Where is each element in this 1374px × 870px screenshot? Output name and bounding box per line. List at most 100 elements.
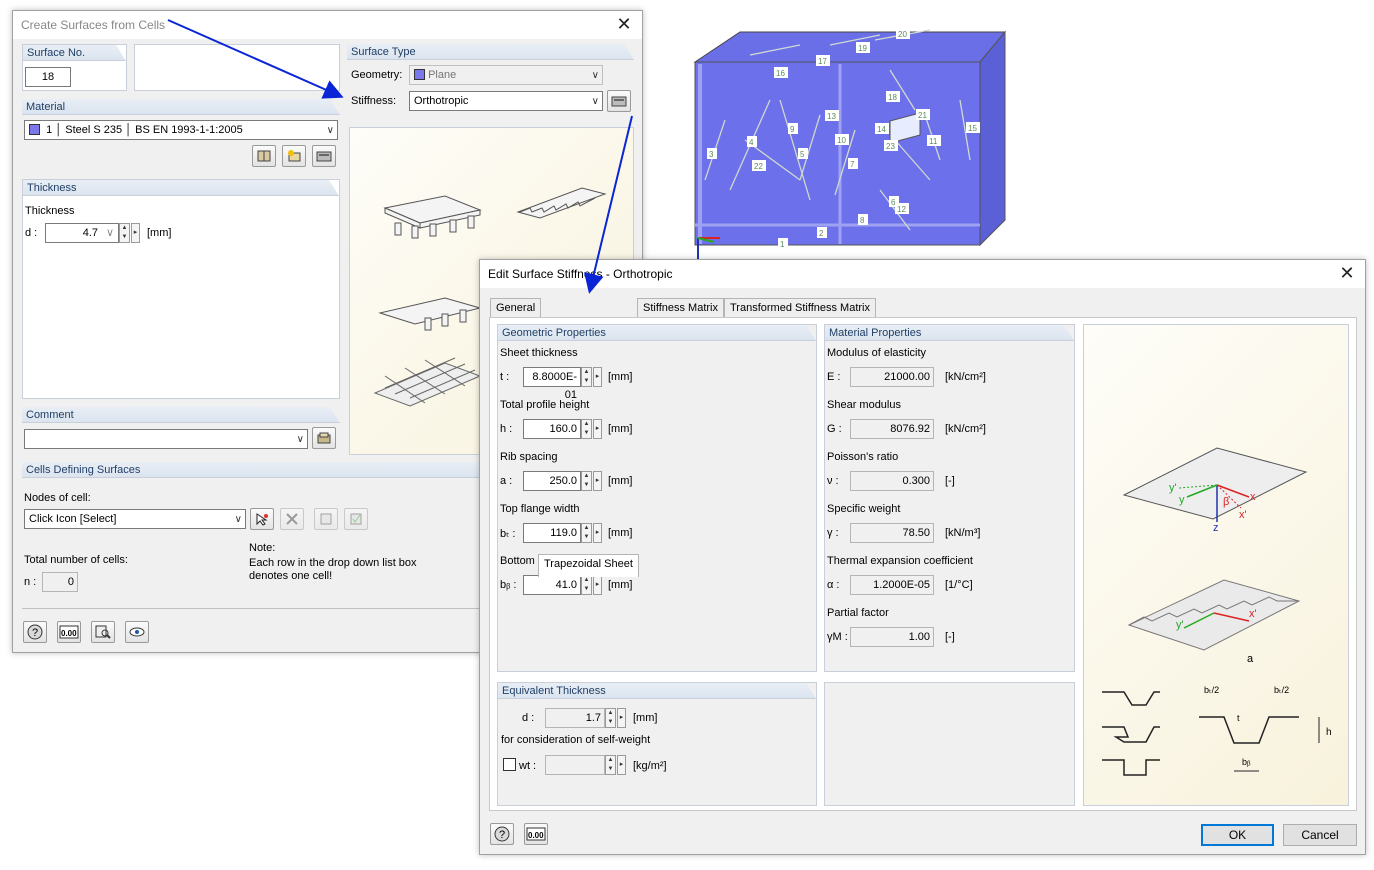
surface-no-field[interactable]: 18: [25, 67, 71, 87]
select-nodes-button[interactable]: [250, 508, 274, 530]
material-select[interactable]: 1 │ Steel S 235 │ BS EN 1993-1-1:2005 ∨: [24, 120, 338, 140]
thickness-spinner[interactable]: ▲ ▼: [119, 223, 130, 243]
geometric-arrow-2[interactable]: ▸: [593, 471, 602, 491]
material-label-3: Specific weight: [827, 503, 901, 515]
edit-stiffness-button[interactable]: [607, 90, 631, 112]
material-standard: BS EN 1993-1-1:2005: [135, 124, 243, 136]
delete-cell-button[interactable]: [280, 508, 304, 530]
material-name: Steel S 235: [65, 124, 123, 136]
equivalent-d-field: 1.7: [545, 708, 605, 728]
chevron-down-icon: ∨: [234, 514, 242, 525]
material-symbol-5: γM :: [827, 631, 848, 643]
wt-field: [545, 755, 605, 775]
new-icon: [288, 150, 301, 162]
tab-trapezoidal-sheet[interactable]: Trapezoidal Sheet: [538, 554, 639, 577]
thickness-symbol: d :: [25, 227, 38, 239]
close-button[interactable]: ✕: [1337, 264, 1357, 284]
cell-tool-button-1[interactable]: [314, 508, 338, 530]
tab-general[interactable]: General: [490, 298, 542, 318]
chevron-down-icon: ∨: [296, 434, 304, 445]
thickness-arrow-button[interactable]: ▸: [131, 223, 140, 243]
geometric-spinner-2[interactable]: ▲ ▼: [581, 471, 592, 491]
geometric-arrow-4[interactable]: ▸: [593, 575, 602, 595]
geometric-arrow-0[interactable]: ▸: [593, 367, 602, 387]
surface-type-group: Surface Type Geometry: Plane ∨ Stiffness:…: [347, 44, 634, 114]
new-material-button[interactable]: [282, 145, 306, 167]
note-line-1: Each row in the drop down list box: [249, 557, 417, 569]
help-button[interactable]: ?: [23, 621, 47, 643]
thickness-group: Thickness Thickness d : 4.7 ∨ ▲ ▼ ▸ [mm]: [22, 179, 340, 399]
geometric-field-4[interactable]: 41.0: [523, 575, 581, 595]
material-field-0: 21000.00: [850, 367, 934, 387]
surface-name-box: [134, 44, 340, 91]
svg-text:9: 9: [790, 125, 795, 134]
close-button[interactable]: ✕: [614, 15, 634, 35]
stiffness-dialog-title: Edit Surface Stiffness - Orthotropic: [480, 260, 1365, 288]
diagram-label-x-prime: x': [1239, 509, 1247, 521]
geometric-spinner-0[interactable]: ▲ ▼: [581, 367, 592, 387]
chevron-down-icon: ∨: [105, 227, 114, 239]
comment-header: Comment: [22, 407, 340, 423]
selfweight-checkbox[interactable]: [503, 758, 516, 771]
geometric-field-3[interactable]: 119.0: [523, 523, 581, 543]
geometric-spinner-1[interactable]: ▲ ▼: [581, 419, 592, 439]
units-button[interactable]: 0.00: [524, 823, 548, 845]
info-button[interactable]: [91, 621, 115, 643]
model-3d-view[interactable]: 20 19 17 16 18 13 9 10 14 21 15 3 4 22 5…: [640, 20, 1020, 260]
diagram-label-x: x: [1250, 491, 1256, 503]
comment-field[interactable]: ∨: [24, 429, 308, 449]
equivalent-d-arrow: ▸: [617, 708, 626, 728]
svg-text:16: 16: [776, 69, 785, 78]
geometric-field-0[interactable]: 8.8000E-01: [523, 367, 581, 401]
material-unit-3: [kN/m³]: [945, 527, 981, 539]
geometric-spinner-4[interactable]: ▲ ▼: [581, 575, 592, 595]
material-label-4: Thermal expansion coefficient: [827, 555, 973, 567]
svg-text:12: 12: [897, 205, 906, 214]
cell-tool-button-2[interactable]: [344, 508, 368, 530]
wt-spinner: ▲ ▼: [605, 755, 616, 775]
edit-material-button[interactable]: [312, 145, 336, 167]
thickness-field[interactable]: 4.7 ∨: [45, 223, 119, 243]
stiffness-value: Orthotropic: [414, 95, 469, 107]
units-button[interactable]: 0.00: [57, 621, 81, 643]
chevron-down-icon: ∨: [591, 96, 599, 107]
thickness-unit: [mm]: [147, 227, 172, 239]
d-unit: [mm]: [633, 712, 658, 724]
cancel-button[interactable]: Cancel: [1283, 824, 1357, 846]
d-symbol: d :: [522, 712, 535, 724]
geometry-select: Plane ∨: [409, 65, 603, 85]
n-symbol: n :: [24, 576, 37, 588]
thickness-label: Thickness: [25, 205, 75, 217]
help-button[interactable]: ?: [490, 823, 514, 845]
material-unit-2: [-]: [945, 475, 955, 487]
edit-icon: [316, 151, 332, 162]
trapezoidal-sheet-diagram: z x x' y y' β x' y' a bₜ/2 bₜ/2 t h bᵦ: [1083, 324, 1349, 806]
material-swatch: [29, 124, 40, 135]
nodes-select[interactable]: Click Icon [Select] ∨: [24, 509, 246, 529]
library-icon: [317, 432, 331, 444]
geometric-symbol-0: t :: [500, 371, 510, 383]
geometric-label-3: Top flange width: [500, 503, 580, 515]
ok-button[interactable]: OK: [1201, 824, 1274, 846]
svg-text:18: 18: [888, 93, 897, 102]
comment-library-button[interactable]: [312, 427, 336, 449]
thickness-header: Thickness: [23, 180, 339, 196]
geometric-field-1[interactable]: 160.0: [523, 419, 581, 439]
material-properties-group: Material Properties Modulus of elasticit…: [824, 324, 1075, 672]
geometric-field-2[interactable]: 250.0: [523, 471, 581, 491]
tab-stiffness-matrix[interactable]: Stiffness Matrix: [637, 298, 724, 318]
material-field-1: 8076.92: [850, 419, 934, 439]
material-library-button[interactable]: [252, 145, 276, 167]
view-button[interactable]: [125, 621, 149, 643]
diagram-label-bt2-right: bₜ/2: [1274, 685, 1289, 695]
geometric-spinner-3[interactable]: ▲ ▼: [581, 523, 592, 543]
geometric-arrow-3[interactable]: ▸: [593, 523, 602, 543]
chevron-down-icon: ∨: [591, 70, 599, 81]
tab-transformed-stiffness-matrix[interactable]: Transformed Stiffness Matrix: [724, 298, 876, 318]
equivalent-thickness-group: Equivalent Thickness d : 1.7 ▲ ▼ ▸ [mm] f…: [497, 682, 817, 806]
magnifier-icon: [95, 625, 111, 639]
geometric-arrow-1[interactable]: ▸: [593, 419, 602, 439]
stiffness-select[interactable]: Orthotropic ∨: [409, 91, 603, 111]
geometric-unit-0: [mm]: [608, 371, 633, 383]
units-icon: 0.00: [526, 827, 546, 841]
